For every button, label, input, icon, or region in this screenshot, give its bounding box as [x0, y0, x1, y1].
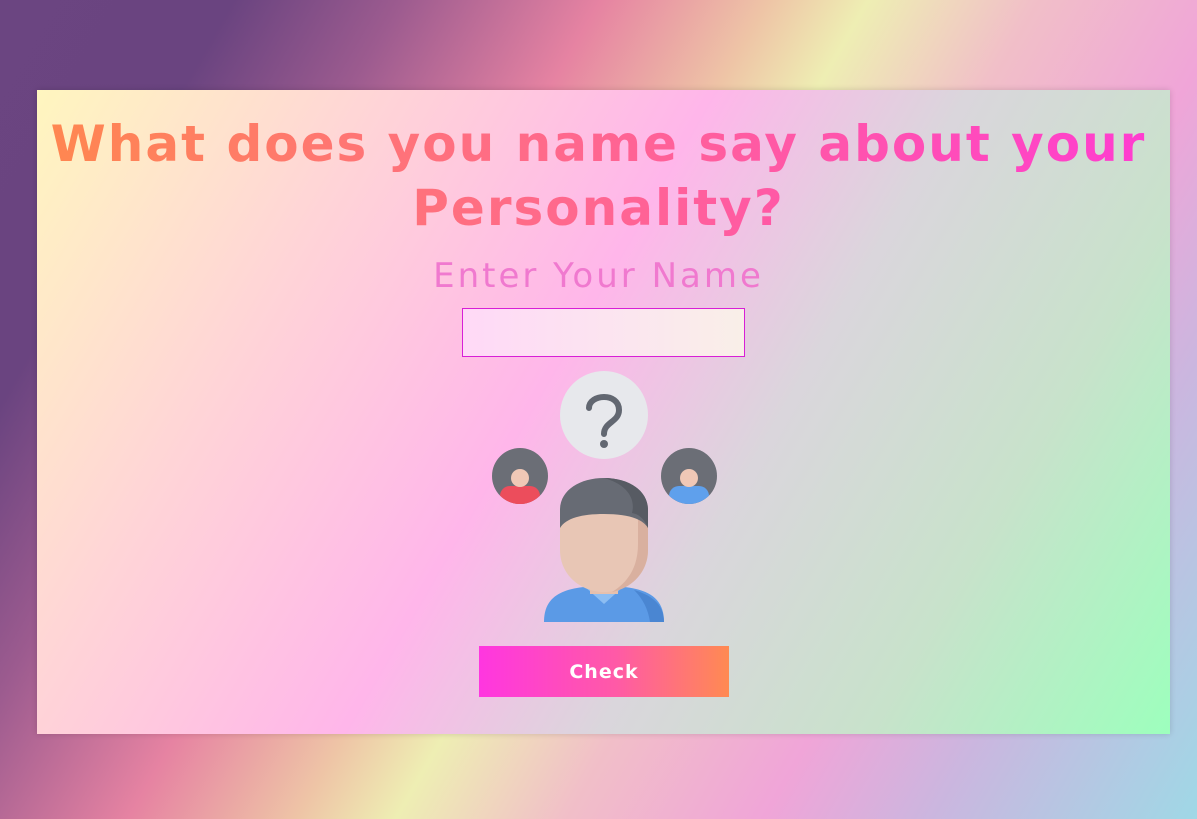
avatar-red-icon [492, 448, 548, 504]
question-mark-icon [560, 371, 648, 459]
name-input-label: Enter Your Name [433, 256, 764, 296]
check-button[interactable]: Check [479, 646, 729, 697]
person-question-icon [492, 371, 717, 622]
avatar-blue-icon [661, 448, 717, 504]
page-title: What does you name say about your Person… [0, 112, 1197, 240]
thinking-person-icon [544, 478, 664, 622]
name-input[interactable] [462, 308, 745, 357]
